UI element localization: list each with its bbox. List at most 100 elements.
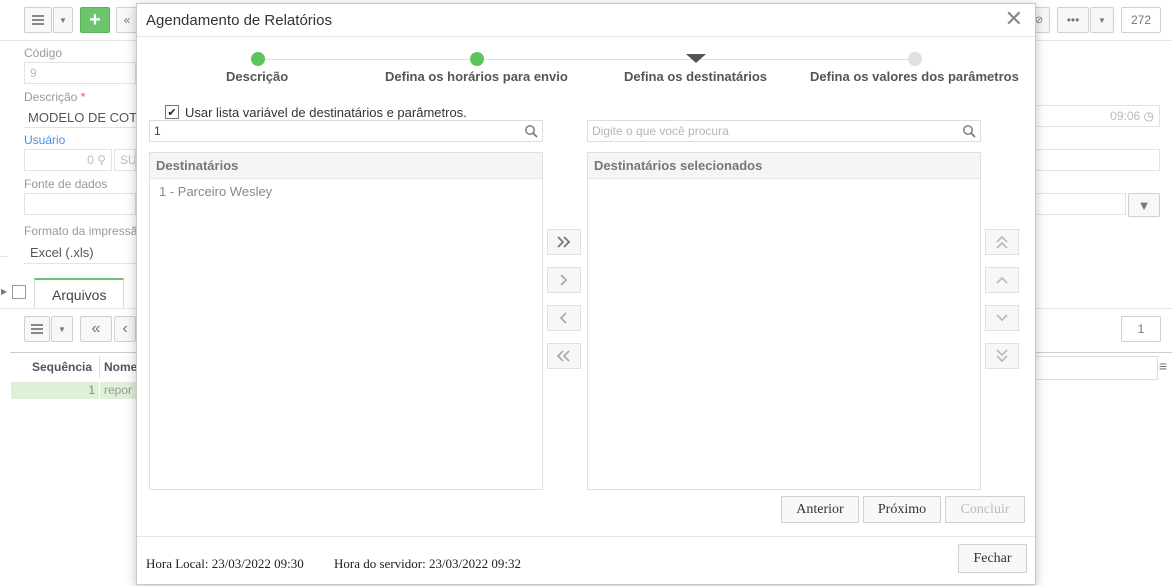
move-right-button[interactable] <box>547 267 581 293</box>
list-item[interactable]: 1 - Parceiro Wesley <box>150 179 542 204</box>
tab-divider-left <box>0 308 136 309</box>
expand-arrow-icon[interactable]: ▶ <box>1 287 7 296</box>
title-divider <box>137 36 1035 37</box>
column-sequencia[interactable]: Sequência <box>32 360 92 374</box>
finish-button[interactable]: Concluir <box>945 496 1025 523</box>
first-record-button[interactable]: « <box>116 7 138 33</box>
usuario-name-field[interactable]: SU <box>114 149 136 171</box>
filter-button[interactable]: ▼ <box>1128 193 1160 217</box>
fonte-label: Fonte de dados <box>24 177 108 191</box>
grid-header-top <box>10 352 136 353</box>
move-down-button[interactable] <box>985 305 1019 331</box>
move-top-button[interactable] <box>985 229 1019 255</box>
selected-search-input[interactable] <box>588 121 980 141</box>
variable-list-checkbox[interactable]: ✔ <box>165 105 179 119</box>
codigo-field[interactable]: 9 <box>24 62 136 84</box>
local-time-text: Hora Local: 23/03/2022 09:30 <box>146 556 304 571</box>
fonte-field-right[interactable] <box>1036 193 1126 215</box>
step-2-label[interactable]: Defina os horários para envio <box>385 69 568 84</box>
formato-select[interactable]: Excel (.xls) <box>30 245 136 260</box>
step-4-label[interactable]: Defina os valores dos parâmetros <box>810 69 1019 84</box>
step-1-dot <box>251 52 265 66</box>
usuario-name-field-right[interactable] <box>1036 149 1160 171</box>
move-all-right-button[interactable] <box>547 229 581 255</box>
clock-icon: ◷ <box>1143 109 1154 123</box>
check-icon: ✔ <box>167 106 177 119</box>
variable-list-label: Usar lista variável de destinatários e p… <box>185 105 467 120</box>
add-button[interactable]: + <box>80 7 110 33</box>
formato-underline <box>24 263 136 264</box>
required-marker: * <box>80 90 86 104</box>
descricao-underline <box>24 127 136 128</box>
move-all-left-button[interactable] <box>547 343 581 369</box>
formato-label: Formato da impressã <box>24 224 138 238</box>
footer-divider <box>137 536 1035 537</box>
selected-panel: Destinatários selecionados <box>587 152 981 490</box>
double-chevron-left-icon <box>556 350 570 362</box>
ellipsis-icon: ••• <box>1066 13 1080 27</box>
move-bottom-button[interactable] <box>985 343 1019 369</box>
search-icon[interactable] <box>524 124 538 138</box>
recipients-search-input[interactable] <box>150 121 542 141</box>
section-divider-left <box>0 256 8 257</box>
plus-icon: + <box>89 8 101 31</box>
double-chevron-down-icon <box>996 349 1008 363</box>
row-sequence: 1 <box>88 383 95 397</box>
server-time-text: Hora do servidor: 23/03/2022 09:32 <box>334 556 522 571</box>
list-icon <box>32 15 44 25</box>
fonte-field[interactable] <box>24 193 136 215</box>
column-nome[interactable]: Nome <box>104 360 137 374</box>
step-2-dot <box>470 52 484 66</box>
chevron-up-icon <box>996 276 1008 284</box>
double-chevron-up-icon <box>996 235 1008 249</box>
list-icon <box>31 324 43 334</box>
more-options-button[interactable]: ••• <box>1057 7 1089 33</box>
modal-title: Agendamento de Relatórios <box>146 12 332 29</box>
more-dropdown-button[interactable]: ▼ <box>1090 7 1114 33</box>
usuario-id-field[interactable]: 0 ⚲ <box>24 149 112 171</box>
menu-icon[interactable]: ≡ <box>1159 358 1167 374</box>
next-button[interactable]: Próximo <box>863 496 941 523</box>
chevron-left-icon: ‹ <box>122 320 128 337</box>
selected-search[interactable] <box>587 120 981 142</box>
usuario-label[interactable]: Usuário <box>24 133 65 147</box>
search-icon: ⚲ <box>97 153 106 167</box>
grid-header-top-right <box>1036 352 1172 353</box>
view-dropdown-button-2[interactable]: ▼ <box>51 316 73 342</box>
copy-icon[interactable] <box>12 285 26 299</box>
double-chevron-left-icon: « <box>123 13 131 27</box>
column-divider <box>99 356 100 378</box>
stepper-line <box>265 59 917 60</box>
descricao-field[interactable]: MODELO DE COT <box>28 110 136 125</box>
recipients-panel: Destinatários 1 - Parceiro Wesley <box>149 152 543 490</box>
grid-view-button-2[interactable] <box>24 316 50 342</box>
page-input[interactable]: 1 <box>1121 316 1161 342</box>
move-left-button[interactable] <box>547 305 581 331</box>
time-value: 09:06 <box>1110 109 1141 123</box>
grid-view-button[interactable] <box>24 7 52 33</box>
previous-button[interactable]: Anterior <box>781 496 859 523</box>
descricao-label: Descrição * <box>24 90 85 104</box>
step-3-current-marker <box>686 54 706 63</box>
close-icon[interactable]: ✕ <box>1005 8 1023 30</box>
record-count: 272 <box>1121 7 1161 33</box>
recipients-search[interactable] <box>149 120 543 142</box>
view-dropdown-button[interactable]: ▼ <box>53 7 73 33</box>
usuario-id-value: 0 <box>87 153 94 167</box>
grid-header-right <box>1036 356 1158 380</box>
prev-page-button[interactable]: ‹ <box>114 316 136 342</box>
first-page-button[interactable]: « <box>80 316 112 342</box>
close-button[interactable]: Fechar <box>958 544 1027 573</box>
search-icon[interactable] <box>962 124 976 138</box>
step-3-label[interactable]: Defina os destinatários <box>624 69 767 84</box>
time-field[interactable]: 09:06 ◷ <box>1036 105 1160 127</box>
tab-arquivos[interactable]: Arquivos <box>34 278 125 308</box>
double-chevron-right-icon <box>557 236 571 248</box>
clip-icon: ⊘ <box>1034 14 1044 26</box>
caret-down-icon: ▼ <box>1098 15 1106 25</box>
chevron-down-icon <box>996 314 1008 322</box>
caret-down-icon: ▼ <box>59 15 67 25</box>
double-chevron-left-icon: « <box>91 320 101 337</box>
step-1-label[interactable]: Descrição <box>226 69 288 84</box>
move-up-button[interactable] <box>985 267 1019 293</box>
